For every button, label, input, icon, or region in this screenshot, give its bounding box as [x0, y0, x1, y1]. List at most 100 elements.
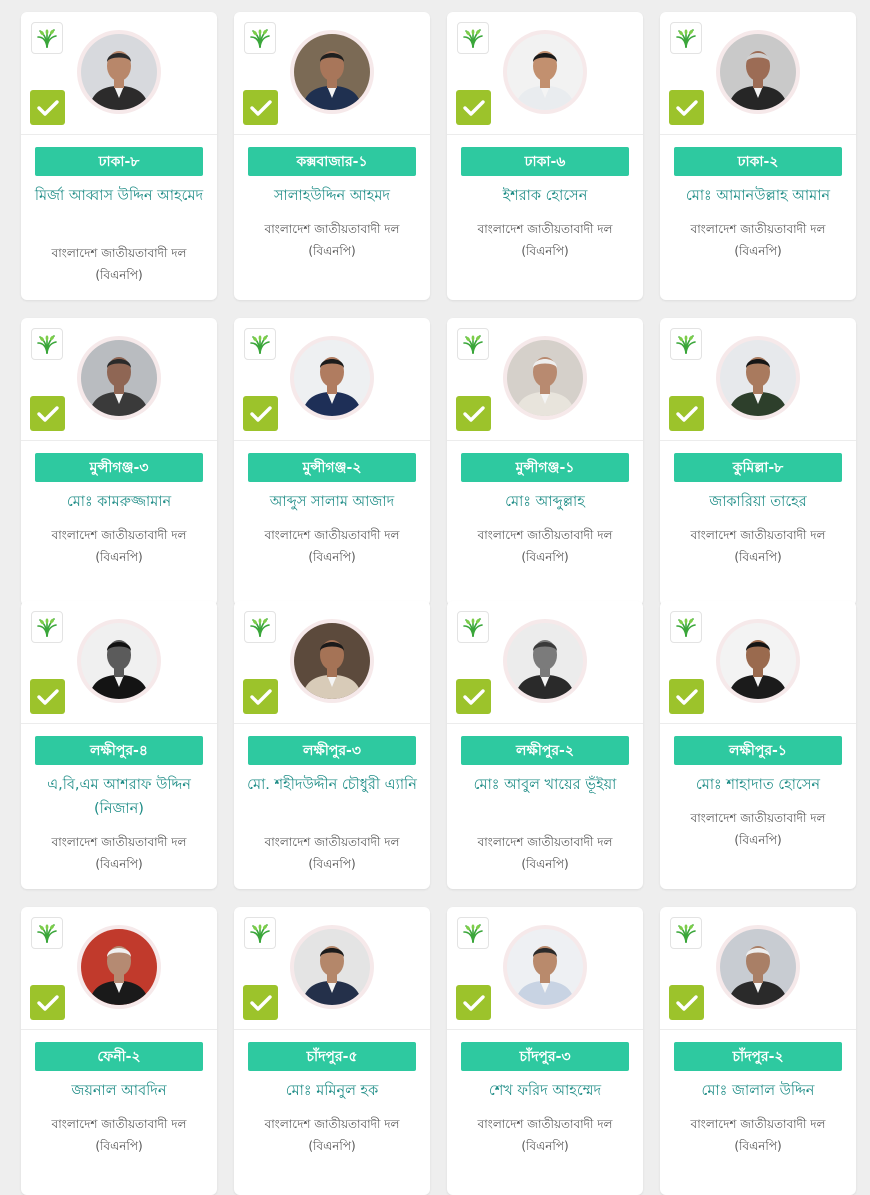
candidate-name[interactable]: জাকারিয়া তাহের [666, 490, 850, 514]
candidate-card[interactable]: চাঁদপুর-৩ শেখ ফরিদ আহম্মেদ বাংলাদেশ জাতীয়… [447, 907, 643, 1195]
party-abbr: (বিএনপি) [734, 550, 782, 564]
candidate-photo [81, 340, 157, 416]
avatar[interactable] [290, 336, 374, 420]
candidate-card[interactable]: কক্সবাজার-১ সালাহউদ্দিন আহমদ বাংলাদেশ জাতী… [234, 12, 430, 300]
avatar[interactable] [77, 925, 161, 1009]
candidate-card[interactable]: লক্ষীপুর-১ মোঃ শাহাদাত হোসেন বাংলাদেশ জাতী… [660, 601, 856, 889]
candidate-name[interactable]: মোঃ জালাল উদ্দিন [666, 1079, 850, 1103]
candidate-photo [720, 34, 796, 110]
seat-badge[interactable]: মুন্সীগঞ্জ-২ [248, 453, 416, 482]
party-name: বাংলাদেশ জাতীয়তাবাদী দল (বিএনপি) [27, 524, 211, 568]
party-abbr: (বিএনপি) [521, 550, 569, 564]
seat-badge[interactable]: চাঁদপুর-২ [674, 1042, 842, 1071]
candidate-card[interactable]: মুন্সীগঞ্জ-২ আব্দুস সালাম আজাদ বাংলাদেশ জা… [234, 318, 430, 606]
party-abbr: (বিএনপি) [308, 244, 356, 258]
candidate-photo [507, 340, 583, 416]
candidate-name[interactable]: মোঃ আমানউল্লাহ আমান [666, 184, 850, 208]
avatar[interactable] [503, 30, 587, 114]
candidate-name[interactable]: মোঃ আব্দুল্লাহ [453, 490, 637, 514]
checkmark-icon [30, 679, 65, 714]
candidate-card[interactable]: চাঁদপুর-৫ মোঃ মমিনুল হক বাংলাদেশ জাতীয়তাব… [234, 907, 430, 1195]
seat-badge[interactable]: ঢাকা-৮ [35, 147, 203, 176]
candidate-name[interactable]: মোঃ কামরুজ্জামান [27, 490, 211, 514]
avatar[interactable] [716, 925, 800, 1009]
party-full-name: বাংলাদেশ জাতীয়তাবাদী দল [264, 528, 400, 542]
candidate-card[interactable]: ঢাকা-৬ ইশরাক হোসেন বাংলাদেশ জাতীয়তাবাদী দ… [447, 12, 643, 300]
party-full-name: বাংলাদেশ জাতীয়তাবাদী দল [477, 222, 613, 236]
party-name: বাংলাদেশ জাতীয়তাবাদী দল (বিএনপি) [666, 807, 850, 851]
seat-badge[interactable]: লক্ষীপুর-২ [461, 736, 629, 765]
seat-badge[interactable]: মুন্সীগঞ্জ-৩ [35, 453, 203, 482]
candidate-name[interactable]: সালাহউদ্দিন আহমদ [240, 184, 424, 208]
avatar[interactable] [716, 30, 800, 114]
party-full-name: বাংলাদেশ জাতীয়তাবাদী দল [51, 528, 187, 542]
sheaf-of-paddy-icon [244, 328, 276, 360]
candidate-card[interactable]: মুন্সীগঞ্জ-১ মোঃ আব্দুল্লাহ বাংলাদেশ জাতীয… [447, 318, 643, 606]
avatar[interactable] [290, 30, 374, 114]
checkmark-icon [243, 90, 278, 125]
party-full-name: বাংলাদেশ জাতীয়তাবাদী দল [477, 528, 613, 542]
candidate-name[interactable]: শেখ ফরিদ আহম্মেদ [453, 1079, 637, 1103]
avatar[interactable] [503, 925, 587, 1009]
candidate-name[interactable]: মোঃ মমিনুল হক [240, 1079, 424, 1103]
candidate-card[interactable]: ফেনী-২ জয়নাল আবদিন বাংলাদেশ জাতীয়তাবাদী … [21, 907, 217, 1195]
party-full-name: বাংলাদেশ জাতীয়তাবাদী দল [690, 1117, 826, 1131]
seat-badge[interactable]: লক্ষীপুর-৪ [35, 736, 203, 765]
party-name: বাংলাদেশ জাতীয়তাবাদী দল (বিএনপি) [240, 831, 424, 875]
checkmark-icon [456, 90, 491, 125]
avatar[interactable] [503, 336, 587, 420]
checkmark-icon [456, 679, 491, 714]
candidate-photo [81, 929, 157, 1005]
candidate-card[interactable]: ঢাকা-২ মোঃ আমানউল্লাহ আমান বাংলাদেশ জাতীয়… [660, 12, 856, 300]
seat-badge[interactable]: চাঁদপুর-৫ [248, 1042, 416, 1071]
candidate-name[interactable]: এ,বি,এম আশরাফ উদ্দিন (নিজান) [27, 773, 211, 821]
candidate-name[interactable]: মোঃ আবুল খায়ের ভূঁইয়া [453, 773, 637, 797]
seat-badge[interactable]: কুমিল্লা-৮ [674, 453, 842, 482]
seat-badge[interactable]: কক্সবাজার-১ [248, 147, 416, 176]
card-header [447, 12, 643, 135]
seat-badge[interactable]: ফেনী-২ [35, 1042, 203, 1071]
candidate-card[interactable]: কুমিল্লা-৮ জাকারিয়া তাহের বাংলাদেশ জাতীয়… [660, 318, 856, 606]
party-full-name: বাংলাদেশ জাতীয়তাবাদী দল [51, 246, 187, 260]
seat-badge[interactable]: লক্ষীপুর-৩ [248, 736, 416, 765]
party-full-name: বাংলাদেশ জাতীয়তাবাদী দল [51, 835, 187, 849]
party-name: বাংলাদেশ জাতীয়তাবাদী দল (বিএনপি) [453, 524, 637, 568]
candidate-name[interactable]: আব্দুস সালাম আজাদ [240, 490, 424, 514]
avatar[interactable] [290, 619, 374, 703]
seat-badge[interactable]: ঢাকা-২ [674, 147, 842, 176]
card-header [21, 12, 217, 135]
party-full-name: বাংলাদেশ জাতীয়তাবাদী দল [264, 835, 400, 849]
card-header [660, 907, 856, 1030]
avatar[interactable] [77, 619, 161, 703]
party-abbr: (বিএনপি) [95, 268, 143, 282]
card-header [447, 318, 643, 441]
avatar[interactable] [503, 619, 587, 703]
candidate-name[interactable]: জয়নাল আবদিন [27, 1079, 211, 1103]
avatar[interactable] [716, 619, 800, 703]
candidate-name[interactable]: ইশরাক হোসেন [453, 184, 637, 208]
seat-badge[interactable]: লক্ষীপুর-১ [674, 736, 842, 765]
candidate-card[interactable]: লক্ষীপুর-৩ মো. শহীদউদ্দীন চৌধুরী এ্যানি বা… [234, 601, 430, 889]
avatar[interactable] [77, 336, 161, 420]
avatar[interactable] [290, 925, 374, 1009]
candidate-name[interactable]: মির্জা আব্বাস উদ্দিন আহমেদ [27, 184, 211, 208]
avatar[interactable] [77, 30, 161, 114]
seat-badge[interactable]: চাঁদপুর-৩ [461, 1042, 629, 1071]
party-abbr: (বিএনপি) [308, 1139, 356, 1153]
sheaf-of-paddy-icon [31, 22, 63, 54]
party-name: বাংলাদেশ জাতীয়তাবাদী দল (বিএনপি) [453, 218, 637, 262]
seat-badge[interactable]: ঢাকা-৬ [461, 147, 629, 176]
seat-badge[interactable]: মুন্সীগঞ্জ-১ [461, 453, 629, 482]
party-abbr: (বিএনপি) [734, 244, 782, 258]
candidate-card[interactable]: চাঁদপুর-২ মোঃ জালাল উদ্দিন বাংলাদেশ জাতীয়… [660, 907, 856, 1195]
party-full-name: বাংলাদেশ জাতীয়তাবাদী দল [477, 1117, 613, 1131]
candidate-name[interactable]: মো. শহীদউদ্দীন চৌধুরী এ্যানি [240, 773, 424, 797]
candidate-card[interactable]: ঢাকা-৮ মির্জা আব্বাস উদ্দিন আহমেদ বাংলাদেশ… [21, 12, 217, 300]
party-abbr: (বিএনপি) [95, 857, 143, 871]
avatar[interactable] [716, 336, 800, 420]
candidate-name[interactable]: মোঃ শাহাদাত হোসেন [666, 773, 850, 797]
checkmark-icon [669, 679, 704, 714]
candidate-card[interactable]: লক্ষীপুর-২ মোঃ আবুল খায়ের ভূঁইয়া বাংলাদে… [447, 601, 643, 889]
candidate-card[interactable]: মুন্সীগঞ্জ-৩ মোঃ কামরুজ্জামান বাংলাদেশ জাত… [21, 318, 217, 606]
candidate-card[interactable]: লক্ষীপুর-৪ এ,বি,এম আশরাফ উদ্দিন (নিজান) বা… [21, 601, 217, 889]
